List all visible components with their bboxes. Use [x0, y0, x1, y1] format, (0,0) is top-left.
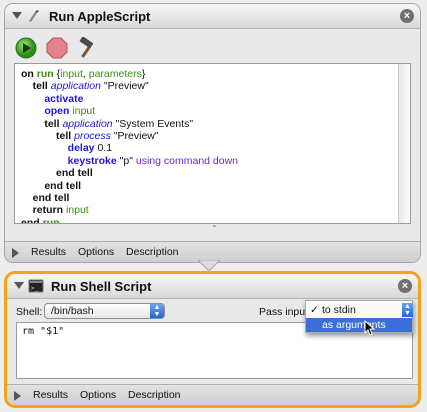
tab-results[interactable]: Results [31, 246, 66, 258]
applescript-editor[interactable]: on run {input, parameters} tell applicat… [14, 63, 411, 224]
code-token: input [60, 68, 83, 80]
stop-icon[interactable] [46, 37, 68, 59]
code-token: end tell [21, 179, 82, 192]
applescript-script-icon [29, 10, 39, 22]
pass-input-label: Pass input [259, 306, 309, 318]
applescript-titlebar[interactable]: Run AppleScript × [5, 4, 420, 29]
tab-options[interactable]: Options [80, 389, 116, 401]
collapse-triangle-icon[interactable] [14, 282, 24, 289]
code-token: return [21, 204, 66, 217]
shell-select[interactable]: /bin/bash ▲ ▼ [44, 303, 165, 319]
shell-label: Shell: [16, 306, 43, 318]
code-token: using [135, 154, 164, 167]
code-token: 0.1 [97, 142, 113, 155]
code-token: parameters [88, 68, 142, 80]
code-token: end [21, 216, 43, 224]
compile-hammer-icon[interactable] [76, 37, 98, 59]
shell-select-value: /bin/bash [51, 305, 94, 317]
shell-action-title: Run Shell Script [51, 279, 152, 294]
footer-expand-triangle-icon[interactable] [14, 391, 21, 401]
code-token: activate [21, 92, 84, 105]
shell-titlebar[interactable]: >_ Run Shell Script × [7, 274, 418, 299]
code-token: keystroke [21, 154, 120, 167]
code-line[interactable]: keystroke "p" using command down [21, 155, 238, 167]
code-token: command down [163, 154, 239, 167]
code-token: run [42, 216, 60, 224]
chevron-updown-icon: ▲ ▼ [150, 304, 164, 318]
code-token: input [65, 204, 89, 217]
collapse-triangle-icon[interactable] [12, 12, 22, 19]
code-line[interactable]: end tell [21, 180, 238, 192]
menu-item-to-stdin[interactable]: ✓ to stdin ▲ ▼ [306, 303, 413, 317]
tab-options[interactable]: Options [78, 246, 114, 258]
code-token: tell [21, 80, 51, 93]
code-token: end tell [21, 191, 70, 204]
code-token: application [62, 117, 116, 130]
code-line[interactable]: on run {input, parameters} [21, 68, 238, 80]
code-token: } [141, 68, 146, 80]
code-token: "System Events" [115, 117, 194, 130]
code-line[interactable]: tell application "System Events" [21, 118, 238, 130]
code-token: open [21, 105, 73, 118]
tab-results[interactable]: Results [33, 389, 68, 401]
checkmark-icon: ✓ [310, 304, 319, 316]
editor-scrollbar[interactable] [398, 64, 410, 223]
shell-script-text[interactable]: rm "$1" [22, 326, 64, 337]
resize-handle-icon[interactable]: ⌃ [211, 225, 218, 233]
chevron-updown-icon: ▲ ▼ [402, 303, 413, 317]
shell-action-panel[interactable]: >_ Run Shell Script × Shell: /bin/bash ▲… [4, 271, 421, 408]
code-token: "p" [119, 154, 136, 167]
tab-description[interactable]: Description [126, 246, 179, 258]
pass-input-menu[interactable]: ✓ to stdin ▲ ▼ as arguments [305, 300, 413, 333]
code-token: input [72, 105, 96, 118]
run-icon[interactable] [15, 37, 37, 59]
code-line[interactable]: tell process "Preview" [21, 130, 238, 142]
footer-expand-triangle-icon[interactable] [12, 248, 19, 258]
terminal-icon: >_ [28, 279, 44, 293]
code-token: "Preview" [113, 129, 159, 142]
tab-description[interactable]: Description [128, 389, 181, 401]
menu-item-as-arguments[interactable]: as arguments [306, 318, 412, 332]
code-line[interactable]: end tell [21, 167, 238, 179]
code-token: on [21, 68, 37, 80]
applescript-code[interactable]: on run {input, parameters} tell applicat… [21, 68, 238, 224]
code-token: tell [21, 117, 63, 130]
svg-text:>_: >_ [31, 285, 39, 292]
code-token: end tell [21, 167, 93, 180]
applescript-action-panel[interactable]: Run AppleScript × on run {input, paramet… [4, 3, 421, 263]
code-token: application [50, 80, 104, 93]
close-action-icon[interactable]: × [400, 9, 414, 23]
code-line[interactable]: end tell [21, 192, 238, 204]
code-token: "Preview" [103, 80, 149, 93]
code-line[interactable]: tell application "Preview" [21, 80, 238, 92]
close-action-icon[interactable]: × [398, 279, 412, 293]
code-line[interactable]: open input [21, 105, 238, 117]
code-line[interactable]: activate [21, 93, 238, 105]
shell-footer: Results Options Description [7, 384, 418, 405]
code-line[interactable]: return input [21, 204, 238, 216]
code-line[interactable]: delay 0.1 [21, 142, 238, 154]
code-token: process [74, 129, 114, 142]
code-line[interactable]: end run [21, 216, 238, 224]
applescript-action-title: Run AppleScript [49, 9, 151, 24]
code-token: run [36, 68, 57, 80]
code-token: delay [21, 142, 98, 155]
code-token: tell [21, 129, 75, 142]
applescript-footer: Results Options Description [5, 241, 420, 262]
mouse-pointer-icon [364, 320, 376, 336]
